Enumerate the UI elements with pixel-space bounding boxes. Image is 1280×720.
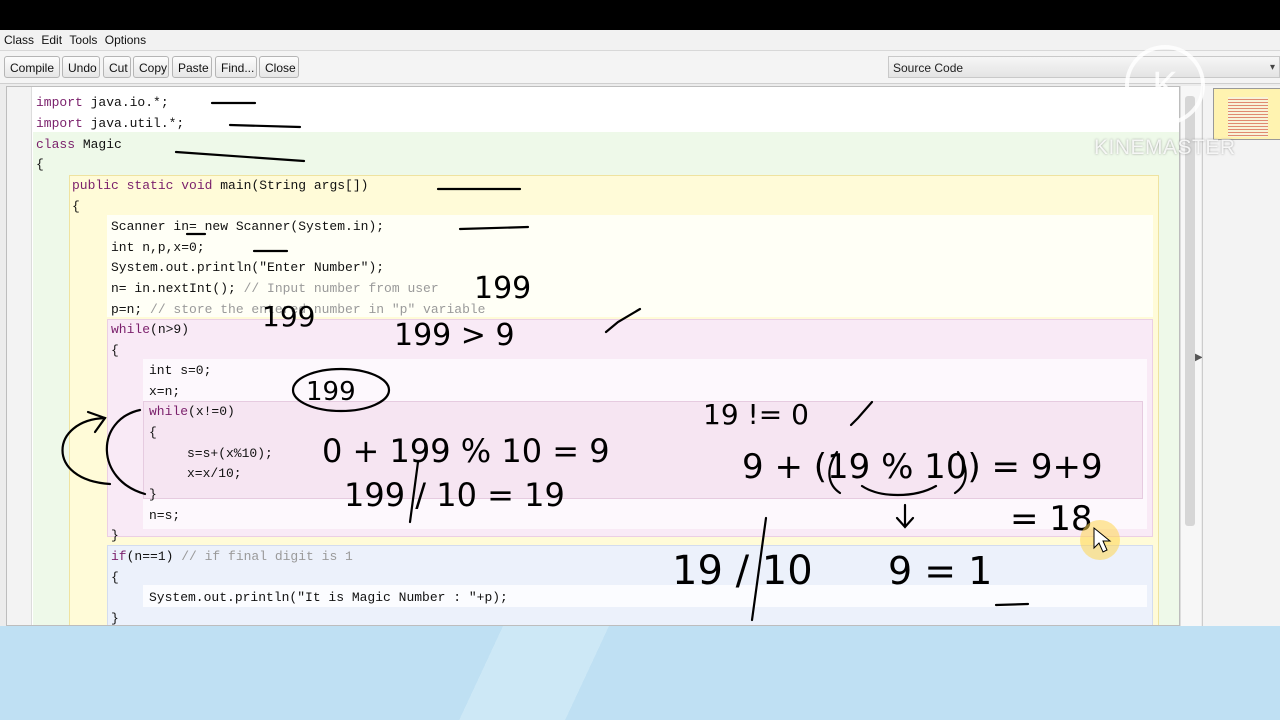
- code-line: {: [36, 157, 44, 172]
- code-line: {: [111, 570, 119, 585]
- menu-options[interactable]: Options: [105, 30, 146, 50]
- code-line: x=x/10;: [187, 466, 242, 481]
- code-line: {: [149, 425, 157, 440]
- code-line: while(n>9): [111, 322, 190, 337]
- code-line: }: [111, 528, 119, 543]
- code-line: {: [111, 343, 119, 358]
- cut-button[interactable]: Cut: [103, 56, 131, 78]
- keyword-if: if: [111, 549, 127, 564]
- comment: // Input number from user: [243, 281, 439, 296]
- menu-bar: Class Edit Tools Options: [0, 30, 1280, 51]
- code-line: x=n;: [149, 384, 181, 399]
- keyword-public-static-void: public static void: [72, 178, 213, 193]
- code-line: int n,p,x=0;: [111, 240, 205, 255]
- keyword-while: while: [149, 404, 189, 419]
- code-line: System.out.println("Enter Number");: [111, 260, 385, 275]
- compile-button[interactable]: Compile: [4, 56, 60, 78]
- code-line: class Magic: [36, 137, 122, 152]
- code-line: import java.io.*;: [36, 95, 169, 110]
- scrollbar-thumb[interactable]: [1185, 96, 1195, 526]
- code-line: import java.util.*;: [36, 116, 185, 131]
- top-black-bar: [0, 0, 1280, 30]
- code-line: s=s+(x%10);: [187, 446, 273, 461]
- code-line: if(n==1) // if final digit is 1: [111, 549, 353, 564]
- find-button[interactable]: Find...: [215, 56, 257, 78]
- paste-button[interactable]: Paste: [172, 56, 212, 78]
- navigation-thumbnail[interactable]: [1213, 88, 1280, 140]
- code-line: Scanner in= new Scanner(System.in);: [111, 219, 385, 234]
- code-line: {: [72, 199, 80, 214]
- comment: // store the entered number in "p" varia…: [150, 302, 486, 317]
- toolbar: Compile Undo Cut Copy Paste Find... Clos…: [0, 51, 1280, 84]
- chevron-down-icon: ▾: [1269, 62, 1275, 73]
- keyword-import: import: [36, 116, 83, 131]
- code-line: p=n; // store the entered number in "p" …: [111, 302, 486, 317]
- inner-while-scope: [143, 401, 1143, 499]
- kinemaster-watermark: KINEMASTER: [1094, 136, 1236, 159]
- code-line: System.out.println("It is Magic Number :…: [149, 590, 508, 605]
- code-line: n=s;: [149, 508, 181, 523]
- copy-button[interactable]: Copy: [133, 56, 169, 78]
- comment: // if final digit is 1: [181, 549, 353, 564]
- line-gutter: [7, 87, 32, 625]
- code-line: public static void main(String args[]): [72, 178, 369, 193]
- code-line: }: [111, 611, 119, 626]
- bottom-background: [0, 626, 1280, 720]
- code-line: }: [149, 487, 157, 502]
- menu-class[interactable]: Class: [4, 30, 34, 50]
- bluej-editor-window: Class Edit Tools Options Compile Undo Cu…: [0, 30, 1280, 626]
- undo-button[interactable]: Undo: [62, 56, 100, 78]
- view-selector[interactable]: Source Code ▾: [888, 56, 1280, 78]
- code-editor[interactable]: import java.io.*; import java.util.*; cl…: [6, 86, 1180, 626]
- keyword-while: while: [111, 322, 151, 337]
- menu-tools[interactable]: Tools: [69, 30, 97, 50]
- close-button[interactable]: Close: [259, 56, 299, 78]
- menu-edit[interactable]: Edit: [41, 30, 62, 50]
- view-selector-label: Source Code: [893, 61, 964, 75]
- thumbnail-lines: [1228, 97, 1268, 137]
- code-line: int s=0;: [149, 363, 212, 378]
- keyword-class: class: [36, 137, 76, 152]
- code-line: n= in.nextInt(); // Input number from us…: [111, 281, 439, 296]
- navigation-view[interactable]: [1202, 86, 1280, 626]
- code-line: while(x!=0): [149, 404, 235, 419]
- keyword-import: import: [36, 95, 83, 110]
